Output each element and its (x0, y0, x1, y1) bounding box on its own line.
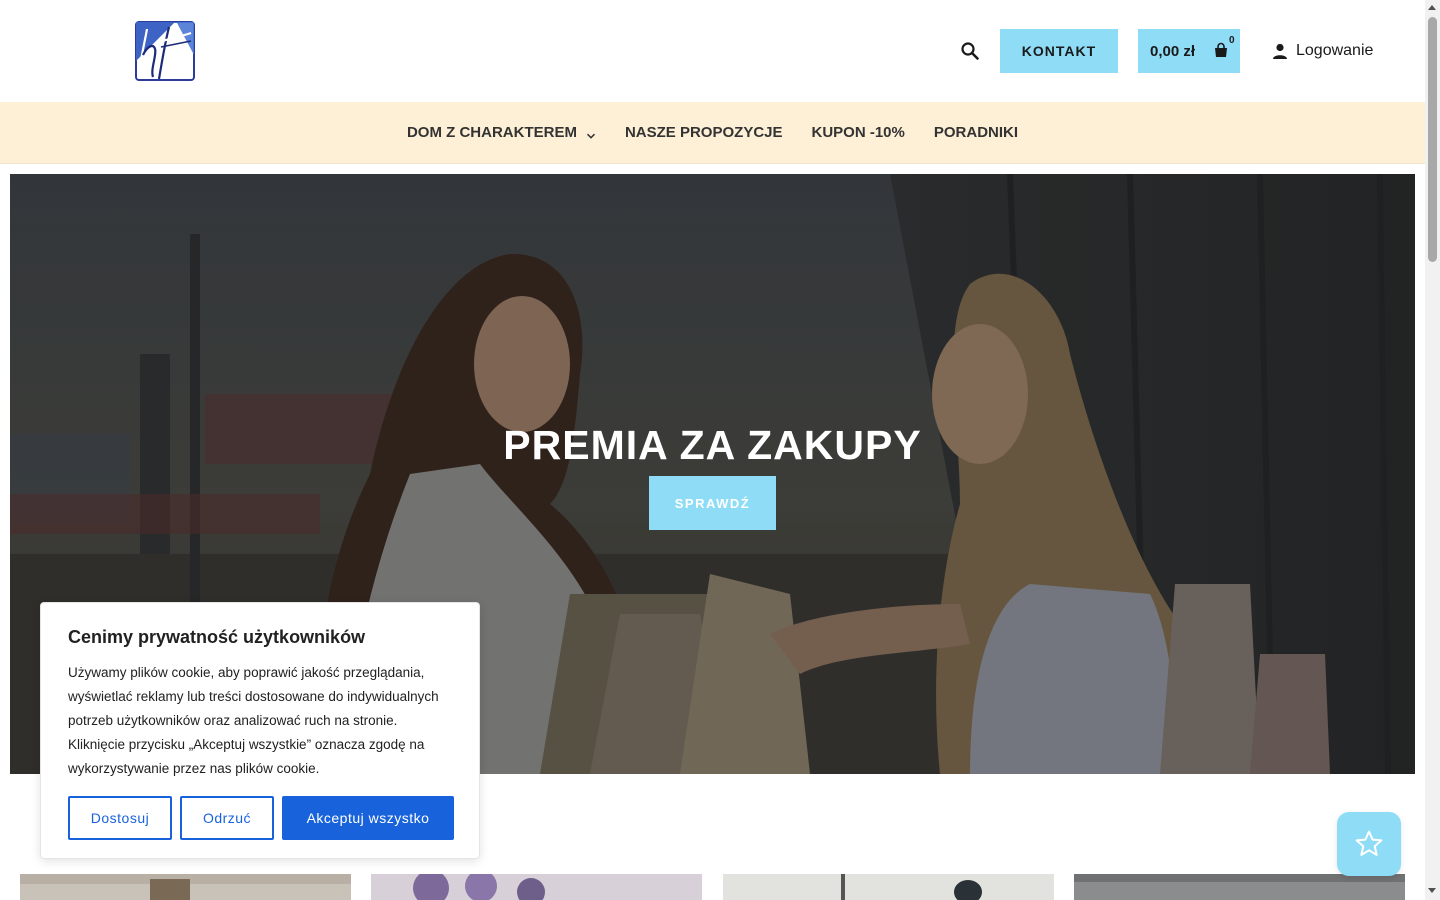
cart-count-badge: 0 (1229, 35, 1235, 46)
nav-item-nasze-propozycje[interactable]: NASZE PROPOZYCJE (625, 124, 783, 141)
cookie-title: Cenimy prywatność użytkowników (68, 627, 366, 647)
nav-item-poradniki[interactable]: PORADNIKI (934, 124, 1018, 141)
scroll-thumb[interactable] (1428, 17, 1437, 262)
card-image (723, 874, 1054, 900)
cookie-actions: Dostosuj Odrzuć Akceptuj wszystko (68, 796, 462, 840)
contact-button[interactable]: KONTAKT (1000, 29, 1118, 73)
cookie-reject-button[interactable]: Odrzuć (180, 796, 274, 840)
hero-title: PREMIA ZA ZAKUPY (503, 422, 922, 468)
card-image (371, 874, 702, 900)
chevron-down-icon (586, 128, 596, 139)
main-navigation: DOM Z CHARAKTEREM NASZE PROPOZYCJE KUPON… (0, 102, 1425, 164)
site-header: KONTAKT 0,00 zł 0 Logowanie (0, 0, 1425, 102)
site-logo[interactable] (135, 21, 195, 81)
card-image (20, 874, 351, 900)
bag-icon (1213, 42, 1229, 58)
logo-icon (135, 21, 195, 81)
product-card-1[interactable] (20, 874, 351, 900)
nav-item-label: DOM Z CHARAKTEREM (406, 124, 577, 141)
product-card-4[interactable] (1074, 874, 1405, 900)
cookie-consent-banner: Cenimy prywatność użytkowników Używamy p… (40, 602, 480, 859)
hero-cta-button[interactable]: SPRAWDŹ (649, 476, 776, 530)
cookie-description: Używamy plików cookie, aby poprawić jako… (68, 665, 439, 776)
cart-button[interactable]: 0,00 zł 0 (1138, 29, 1240, 73)
card-image (1074, 874, 1405, 900)
cart-total: 0,00 zł (1150, 42, 1196, 60)
user-icon (1272, 43, 1288, 59)
nav-item-kupon[interactable]: KUPON -10% (812, 124, 905, 141)
cookie-customize-button[interactable]: Dostosuj (68, 796, 172, 840)
product-card-2[interactable] (371, 874, 702, 900)
login-label: Logowanie (1296, 42, 1374, 59)
product-card-3[interactable] (723, 874, 1054, 900)
login-link[interactable]: Logowanie (1272, 40, 1373, 62)
star-icon (1355, 830, 1383, 856)
cookie-accept-button[interactable]: Akceptuj wszystko (282, 796, 454, 840)
reviews-widget-button[interactable] (1337, 812, 1401, 876)
nav-item-dom-z-charakterem[interactable]: DOM Z CHARAKTEREM (407, 124, 596, 141)
search-icon[interactable] (960, 41, 980, 61)
page-scrollbar[interactable] (1425, 0, 1440, 900)
scroll-down-arrow[interactable] (1428, 888, 1436, 893)
scroll-up-arrow[interactable] (1428, 5, 1436, 10)
